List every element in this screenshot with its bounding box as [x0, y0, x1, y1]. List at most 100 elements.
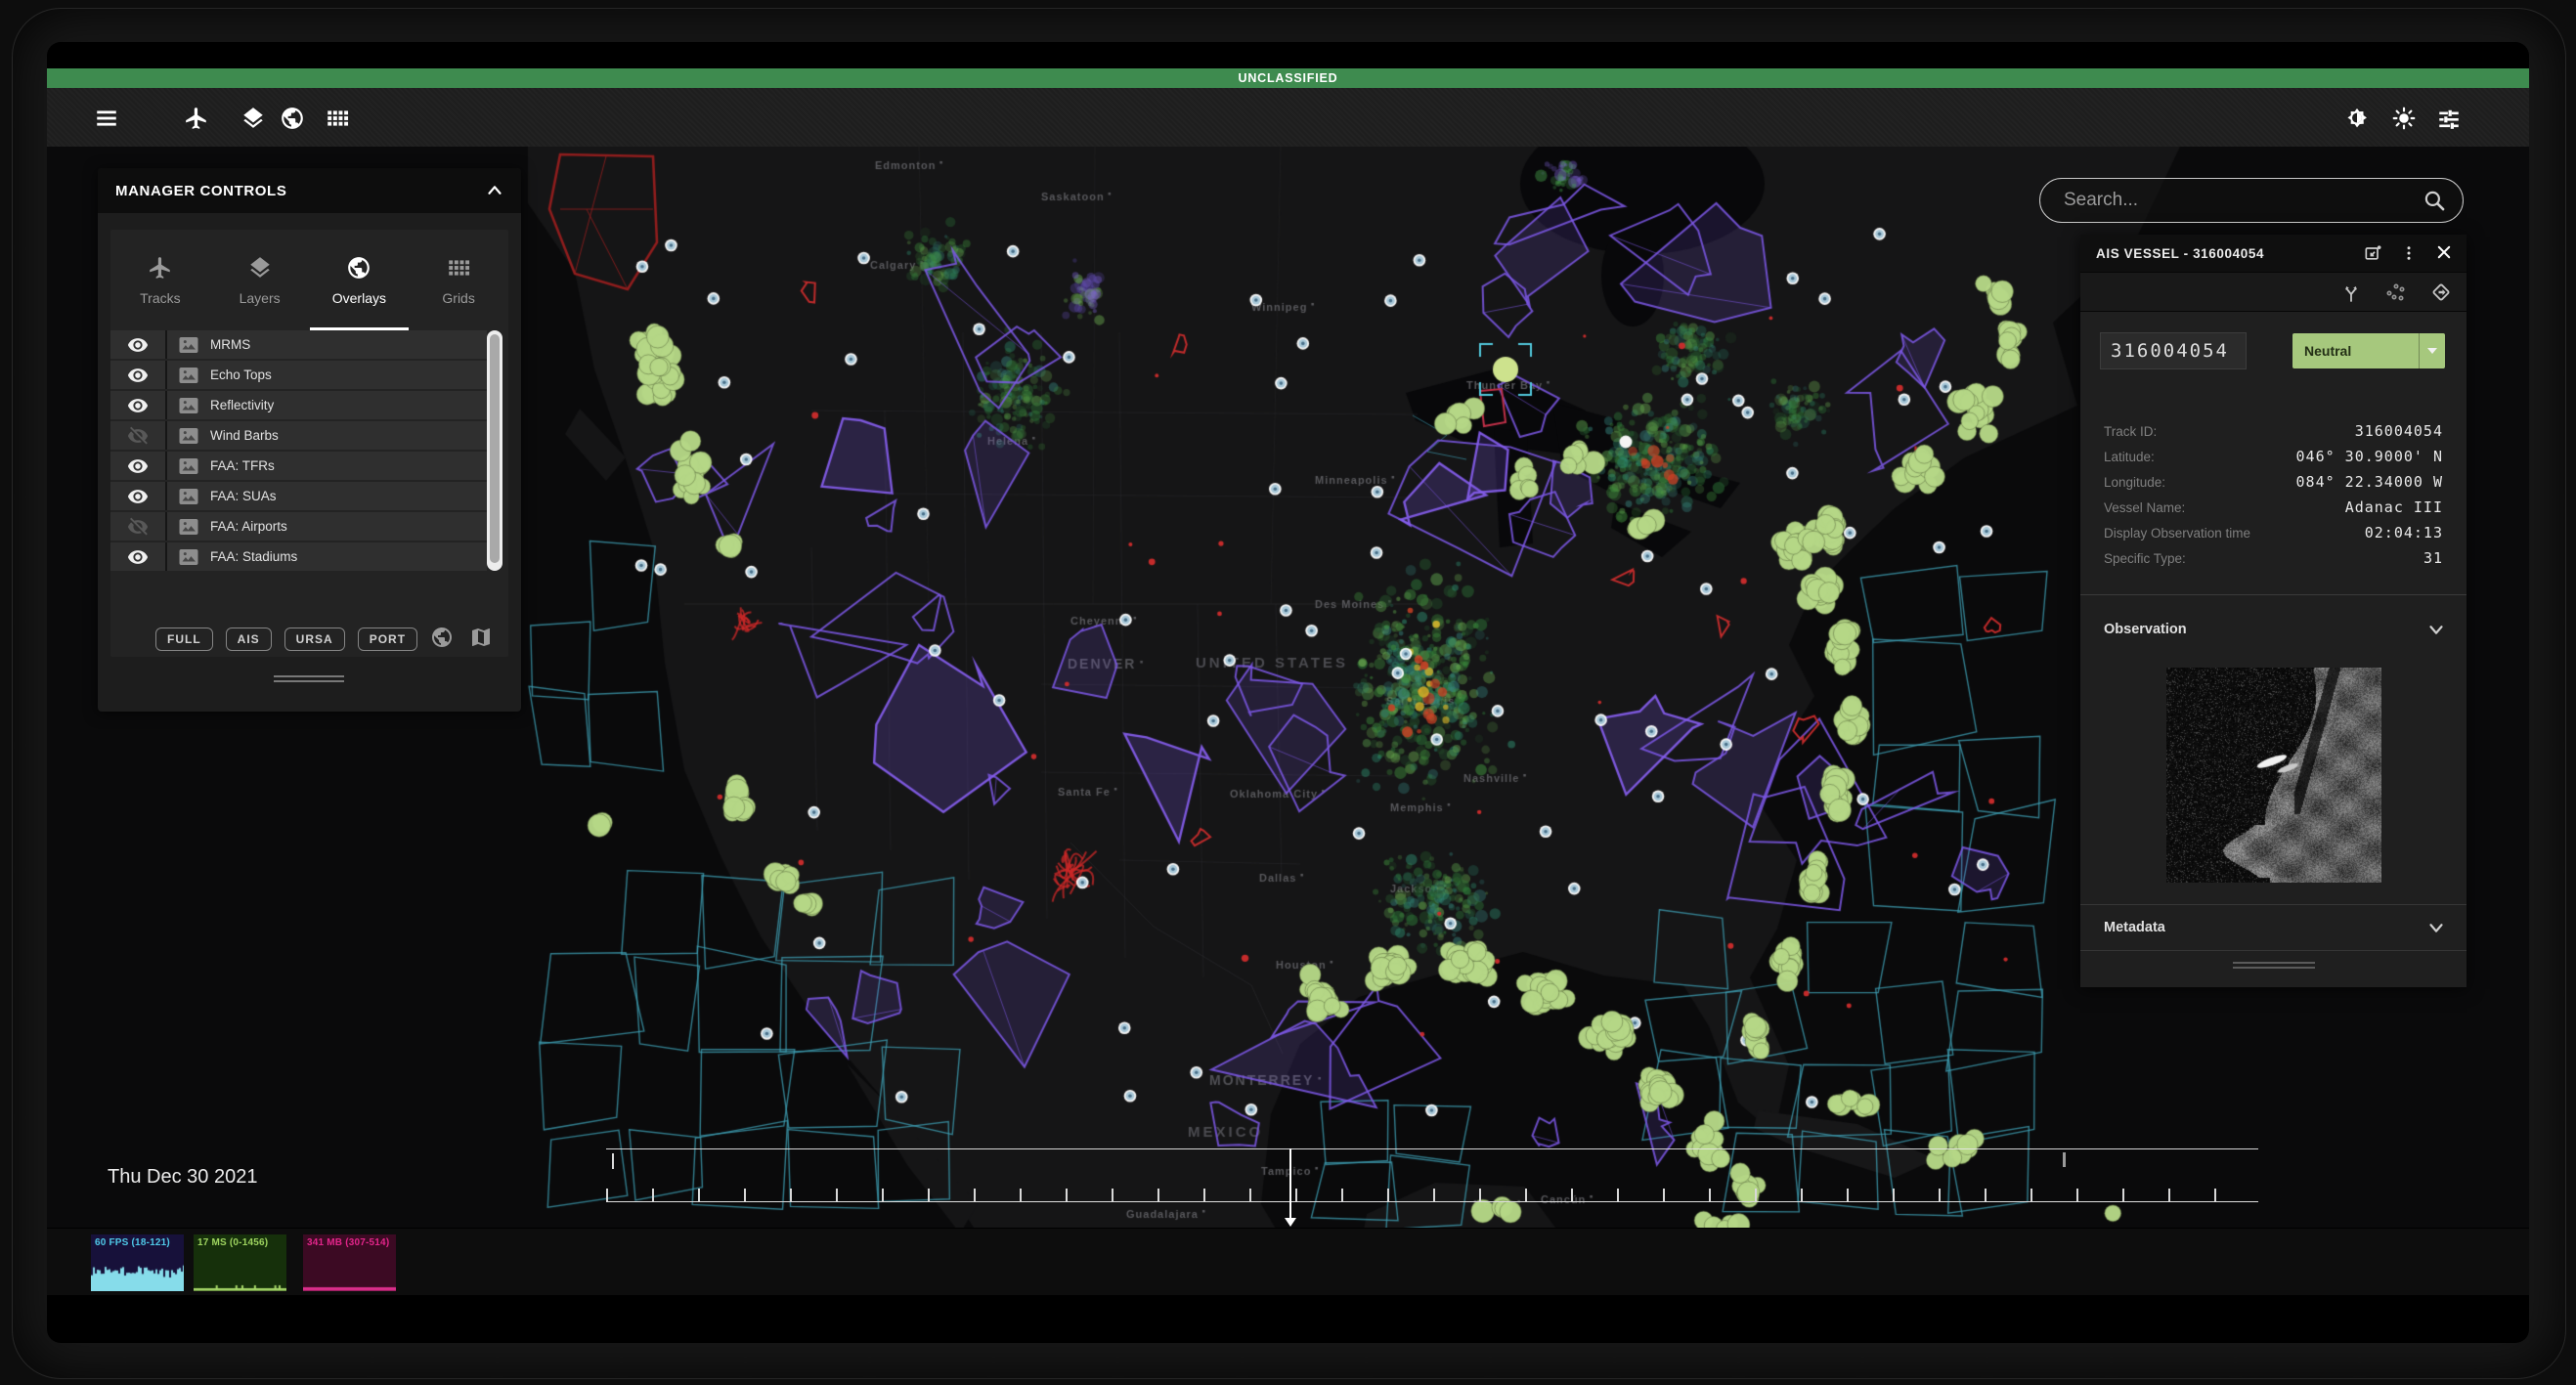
dropdown-arrow-icon[interactable]: [2419, 333, 2445, 368]
timeline-ruler[interactable]: [606, 1189, 2258, 1202]
tab-layers[interactable]: Layers: [210, 243, 310, 327]
overlay-name: FAA: TFRs: [210, 458, 275, 473]
grids-toolbar-button[interactable]: [323, 104, 352, 133]
field-label: Longitude:: [2104, 475, 2296, 490]
visibility-toggle[interactable]: [110, 486, 165, 507]
vessel-field-row: Display Observation time02:04:13: [2080, 520, 2467, 545]
perf-meter-ms[interactable]: 17 MS (0-1456): [194, 1234, 286, 1291]
tab-tracks[interactable]: Tracks: [110, 243, 210, 327]
vessel-field-row: Specific Type:31: [2080, 545, 2467, 571]
settings-button[interactable]: [2434, 104, 2464, 133]
visibility-toggle[interactable]: [110, 365, 165, 386]
timeline-start-tick: [612, 1153, 614, 1169]
manager-controls-header[interactable]: MANAGER CONTROLS: [98, 168, 521, 213]
more-options-button[interactable]: [2400, 243, 2418, 263]
overlay-row[interactable]: FAA: Airports: [110, 512, 487, 541]
visibility-toggle-off[interactable]: [110, 425, 165, 447]
popout-button[interactable]: [2363, 243, 2382, 263]
field-value: 316004054: [2355, 422, 2443, 440]
timeline-date-label: Thu Dec 30 2021: [108, 1166, 257, 1189]
layer-thumbnail: [167, 394, 210, 417]
brightness-button[interactable]: [2389, 104, 2419, 133]
directions-button[interactable]: [2429, 281, 2453, 304]
globe-icon: [430, 626, 454, 649]
manager-controls-body: TracksLayersOverlaysGrids MRMS Echo Tops R…: [110, 230, 508, 657]
chevron-up-icon[interactable]: [484, 180, 505, 201]
overlay-row[interactable]: MRMS: [110, 330, 487, 359]
panel-resize-handle[interactable]: [274, 675, 344, 685]
brightness-contrast-button[interactable]: [2342, 104, 2372, 133]
overlays-toolbar-button[interactable]: [278, 104, 307, 133]
field-value: 02:04:13: [2365, 524, 2443, 541]
overlay-row[interactable]: Echo Tops: [110, 361, 487, 389]
filter-button-ursa[interactable]: URSA: [284, 628, 345, 651]
metadata-section-header[interactable]: Metadata: [2080, 904, 2467, 951]
affiliation-select[interactable]: Neutral: [2292, 333, 2445, 368]
overlay-name: Reflectivity: [210, 398, 274, 412]
filter-button-port[interactable]: PORT: [358, 628, 417, 651]
perf-meter-fps[interactable]: 60 FPS (18-121): [91, 1234, 184, 1291]
divider: [2080, 594, 2467, 595]
layer-thumbnail-icon: [177, 394, 200, 417]
panel-resize-handle[interactable]: [2233, 962, 2315, 972]
visibility-toggle[interactable]: [110, 455, 165, 477]
search-input[interactable]: [2062, 189, 2422, 212]
close-panel-button[interactable]: [2435, 243, 2453, 263]
track-id-input[interactable]: [2100, 332, 2247, 369]
layer-thumbnail-icon: [177, 545, 200, 569]
overlay-list: MRMS Echo Tops Reflectivity Wind Barbs FAA: …: [110, 330, 487, 573]
overlay-row[interactable]: FAA: Stadiums: [110, 542, 487, 571]
overlay-row[interactable]: FAA: TFRs: [110, 452, 487, 480]
perf-meter-mb[interactable]: 341 MB (307-514): [303, 1234, 396, 1291]
eye-off-icon: [127, 425, 149, 447]
overlay-name: Echo Tops: [210, 368, 272, 382]
vessel-field-row: Track ID:316004054: [2080, 418, 2467, 444]
field-label: Display Observation time: [2104, 526, 2365, 541]
visibility-toggle[interactable]: [110, 395, 165, 416]
search-bar: [2039, 178, 2464, 223]
filter-button-ais[interactable]: AIS: [226, 628, 272, 651]
brightness-half-icon: [2344, 106, 2370, 131]
manager-controls-panel: MANAGER CONTROLS TracksLayersOverlaysGri…: [98, 168, 521, 712]
tab-grids[interactable]: Grids: [409, 243, 508, 327]
layers-toolbar-button[interactable]: [239, 104, 268, 133]
field-label: Track ID:: [2104, 424, 2355, 439]
overlay-row[interactable]: FAA: SUAs: [110, 482, 487, 510]
observation-section-header[interactable]: Observation: [2080, 606, 2467, 653]
field-value: 046° 30.9000' N: [2296, 448, 2443, 465]
scatter-dots-icon: [2384, 281, 2408, 304]
overlay-list-scrollbar[interactable]: [487, 330, 502, 571]
scatter-points-button[interactable]: [2384, 281, 2408, 304]
visibility-toggle-off[interactable]: [110, 516, 165, 538]
filter-button-full[interactable]: FULL: [155, 628, 213, 651]
manager-controls-title: MANAGER CONTROLS: [115, 183, 286, 199]
route-history-button[interactable]: [2339, 281, 2363, 304]
close-icon: [2435, 243, 2453, 261]
timeline-track[interactable]: [606, 1148, 2258, 1149]
vessel-panel-toolbar: [2080, 272, 2467, 312]
overlay-row[interactable]: Reflectivity: [110, 391, 487, 419]
directions-icon: [2429, 281, 2453, 304]
scrollbar-thumb[interactable]: [490, 334, 500, 563]
meter-label: 17 MS (0-1456): [194, 1234, 286, 1248]
map-icon: [469, 626, 493, 649]
tab-overlays[interactable]: Overlays: [310, 243, 410, 327]
layer-thumbnail-icon: [177, 424, 200, 448]
overlay-name: Wind Barbs: [210, 428, 279, 443]
tracks-toolbar-button[interactable]: [182, 104, 211, 133]
vessel-field-row: Vessel Name:Adanac III: [2080, 495, 2467, 520]
menu-button[interactable]: [92, 104, 121, 133]
eye-icon: [127, 334, 149, 356]
timeline-playhead[interactable]: [1289, 1148, 1291, 1219]
status-bar: 60 FPS (18-121) 17 MS (0-1456) 341 MB (307…: [47, 1228, 2529, 1295]
visibility-toggle[interactable]: [110, 546, 165, 568]
observation-label: Observation: [2104, 622, 2425, 637]
vessel-field-row: Longitude:084° 22.34000 W: [2080, 469, 2467, 495]
overlay-row[interactable]: Wind Barbs: [110, 421, 487, 450]
eye-icon: [127, 455, 149, 477]
layer-thumbnail-icon: [177, 333, 200, 357]
visibility-toggle[interactable]: [110, 334, 165, 356]
globe-view-button[interactable]: [430, 626, 454, 652]
field-value: 084° 22.34000 W: [2296, 473, 2443, 491]
map-view-button[interactable]: [469, 626, 493, 652]
